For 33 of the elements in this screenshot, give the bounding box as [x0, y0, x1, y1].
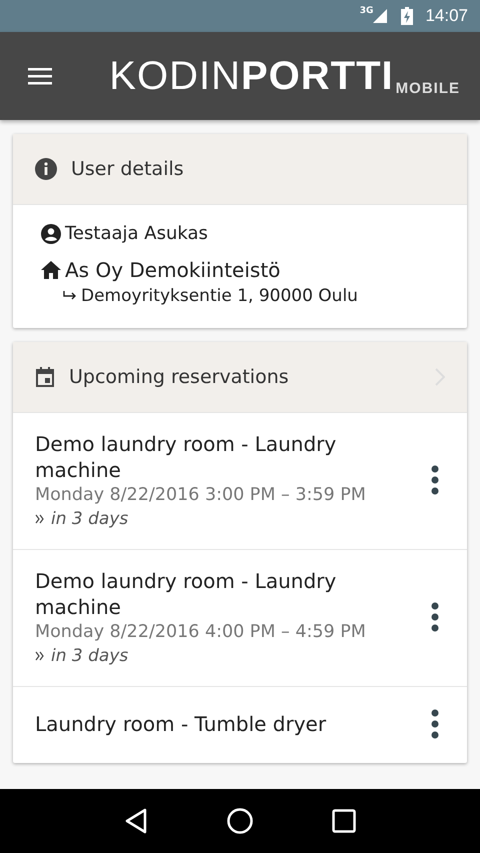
arrow-icon [63, 291, 77, 301]
reservation-title: Demo laundry room - Laundry machine [35, 431, 338, 483]
logo-subtitle: MOBILE [396, 81, 460, 96]
address: Demoyrityksentie 1, 90000 Oulu [81, 286, 358, 306]
network-label: 3G [360, 6, 374, 16]
battery-charging-icon [401, 7, 414, 25]
signal-icon [373, 9, 388, 23]
square-icon [332, 809, 356, 833]
home-circle-icon [226, 808, 253, 834]
reservation-time: Monday 8/22/2016 4:00 PM – 4:59 PM [35, 622, 367, 642]
home-icon [41, 261, 61, 279]
reservation-title: Laundry room - Tumble dryer [35, 711, 328, 737]
double-chevron-icon [35, 514, 45, 524]
property-name: As Oy Demokiinteistö [65, 258, 280, 282]
card-title: User details [71, 158, 184, 180]
more-vertical-icon [431, 709, 439, 739]
more-vertical-icon [431, 465, 439, 495]
menu-icon [28, 67, 52, 85]
back-icon [124, 808, 148, 834]
calendar-icon [35, 367, 55, 387]
reservation-time: Monday 8/22/2016 3:00 PM – 3:59 PM [35, 485, 367, 505]
clock: 14:07 [425, 6, 468, 26]
more-vertical-icon [431, 602, 439, 632]
relative-time: in 3 days [51, 646, 128, 666]
logo-text: KODIN [109, 56, 241, 96]
double-chevron-icon [35, 651, 45, 661]
info-icon [35, 158, 57, 180]
card-title: Upcoming reservations [69, 366, 289, 388]
reservation-title: Demo laundry room - Laundry machine [35, 568, 338, 620]
logo-text: PORTTI [240, 56, 394, 96]
user-icon [41, 224, 61, 244]
relative-time: in 3 days [51, 509, 128, 529]
user-name: Testaaja Asukas [65, 223, 208, 244]
